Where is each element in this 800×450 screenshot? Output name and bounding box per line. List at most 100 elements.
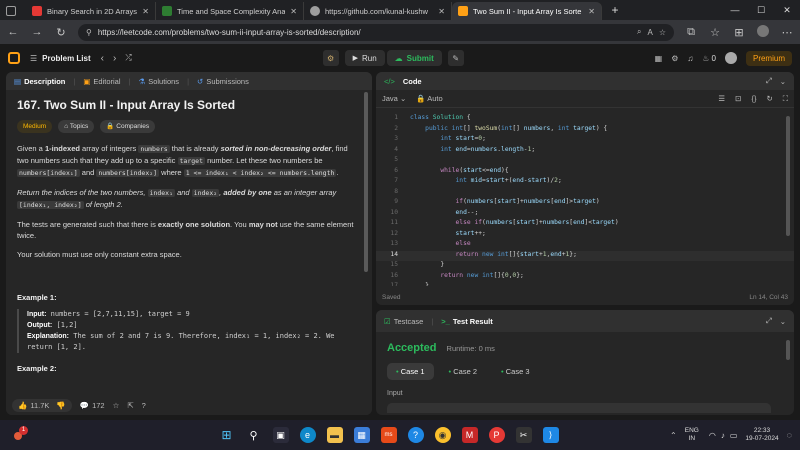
code-line[interactable]: 5 (376, 156, 794, 167)
debug-icon[interactable]: ⚙ (322, 50, 339, 66)
case-tab-3[interactable]: • Case 3 (492, 363, 539, 380)
language-select[interactable]: Java ⌄ (382, 94, 406, 103)
chrome-icon[interactable]: ◉ (434, 427, 451, 443)
problem-list-link[interactable]: Problem List (42, 54, 90, 63)
code-line[interactable]: 2 public int[] twoSum(int[] numbers, int… (376, 125, 794, 136)
store-icon[interactable]: ▦ (353, 427, 370, 443)
star-icon[interactable]: ☆ (113, 401, 120, 410)
back-icon[interactable]: ← (6, 26, 20, 38)
favorites-icon[interactable]: ☆ (708, 26, 722, 39)
language-indicator[interactable]: ENG IN (685, 427, 699, 443)
browser-tab-workspaces[interactable] (0, 2, 26, 20)
code-line[interactable]: 4 int end = numbers. length -1; (376, 146, 794, 157)
help-icon[interactable]: ? (142, 401, 146, 410)
description-scrollbar[interactable] (364, 92, 368, 272)
notifications-icon[interactable]: ◌ (787, 430, 792, 440)
code-line[interactable]: 9 if(numbers[start]+ numbers[end]> target) (376, 198, 794, 209)
problem-title[interactable]: 167. Two Sum II - Input Array Is Sorted (17, 99, 361, 111)
submit-button[interactable]: ☁ Submit (386, 50, 442, 66)
forward-icon[interactable]: → (30, 26, 44, 38)
run-button[interactable]: ▶ Run (344, 50, 385, 66)
reset-icon[interactable]: ↻ (766, 94, 772, 103)
code-line[interactable]: 14 return new int[]{start +1, end +1}; (376, 250, 794, 261)
leetcode-logo[interactable] (8, 52, 20, 64)
result-scrollbar[interactable] (786, 340, 790, 360)
close-tab-icon[interactable]: ✕ (438, 7, 445, 16)
settings-icon[interactable]: ⚙ (671, 54, 678, 63)
code-line[interactable]: 8 (376, 188, 794, 199)
minimize-button[interactable]: — (722, 5, 748, 15)
maximize-icon[interactable]: ⤢ (766, 316, 772, 326)
code-line[interactable]: 17 } (376, 282, 794, 286)
clock[interactable]: 22:33 19-07-2024 (745, 427, 778, 443)
close-tab-icon[interactable]: ✕ (588, 7, 595, 16)
braces-icon[interactable]: {} (751, 94, 756, 103)
new-tab-button[interactable]: + (602, 3, 628, 17)
code-line[interactable]: 13 else (376, 240, 794, 251)
search-icon[interactable]: ⚲ (246, 427, 262, 443)
notes-icon[interactable]: ✎ (447, 50, 464, 66)
tab-solutions[interactable]: ⚗ Solutions (138, 77, 179, 86)
menu-icon[interactable]: ⋯ (780, 26, 794, 39)
code-line[interactable]: 15 } (376, 261, 794, 272)
streak-icon[interactable]: ♨ (702, 54, 709, 63)
code-line[interactable]: 1 class Solution { (376, 114, 794, 125)
case-tab-1[interactable]: • Case 1 (387, 363, 434, 380)
code-line[interactable]: 11 else if(numbers[start]+ numbers[end]< t… (376, 219, 794, 230)
browser-tab-active[interactable]: Two Sum II - Input Array Is Sorte ✕ (452, 2, 602, 20)
companies-chip[interactable]: 🔒 Companies (100, 120, 156, 133)
mail-icon[interactable]: ms (380, 427, 397, 443)
tab-editorial[interactable]: ▣ Editorial (83, 77, 120, 86)
file-explorer-icon[interactable]: ▬ (326, 427, 343, 443)
prev-problem-icon[interactable]: ‹ (101, 53, 104, 64)
premium-button[interactable]: Premium (745, 50, 792, 66)
comments-button[interactable]: 💬 172 (80, 401, 105, 410)
share-icon[interactable]: ⇱ (127, 401, 133, 410)
code-line[interactable]: 6 while(start <= end){ (376, 167, 794, 178)
layout-icon[interactable]: ▦ (655, 54, 663, 63)
tab-testcase[interactable]: ☑ Testcase (384, 317, 423, 326)
collections-icon[interactable]: ⊞ (732, 26, 746, 39)
browser-tab[interactable]: Time and Space Complexity Anal ✕ (156, 2, 304, 20)
battery-icon[interactable]: ▭ (730, 431, 738, 440)
volume-icon[interactable]: ♪ (721, 431, 725, 440)
format-icon[interactable]: ☰ (718, 94, 725, 103)
favorite-star-icon[interactable]: ☆ (659, 28, 666, 37)
tab-submissions[interactable]: ↺ Submissions (197, 77, 249, 86)
case-tab-2[interactable]: • Case 2 (440, 363, 487, 380)
maximize-icon[interactable]: ⤢ (766, 76, 772, 86)
close-tab-icon[interactable]: ✕ (290, 7, 297, 16)
fullscreen-icon[interactable]: ⛶ (783, 94, 788, 104)
tab-test-result[interactable]: >_ Test Result (441, 317, 492, 326)
widgets-button[interactable]: 1 (12, 426, 30, 444)
next-problem-icon[interactable]: › (113, 53, 116, 64)
url-field[interactable]: ⚲ https://leetcode.com/problems/two-sum-… (78, 23, 674, 41)
editor-scrollbar[interactable] (786, 116, 790, 236)
browser-tab[interactable]: Binary Search in 2D Arrays - You ✕ (26, 2, 156, 20)
bookmark-icon[interactable]: ⊡ (735, 94, 741, 103)
tray-chevron-icon[interactable]: ⌃ (670, 431, 677, 440)
refresh-icon[interactable]: ↻ (54, 26, 68, 39)
code-line[interactable]: 3 int start = 0; (376, 135, 794, 146)
code-line[interactable]: 12 start ++; (376, 230, 794, 241)
code-line[interactable]: 7 int mid = start +(end - start)/2; (376, 177, 794, 188)
collapse-icon[interactable]: ⌄ (780, 77, 786, 86)
code-area[interactable]: 1 class Solution {2 public int[] twoSum(i… (376, 108, 794, 286)
wifi-icon[interactable]: ◠ (709, 431, 716, 440)
browser-tab[interactable]: https://github.com/kunal-kushw ✕ (304, 2, 452, 20)
auto-toggle[interactable]: 🔒 Auto (416, 94, 442, 103)
help-app-icon[interactable]: ? (407, 427, 424, 443)
thumbs-down-icon[interactable]: 👎 (56, 401, 65, 410)
read-aloud-icon[interactable]: A (647, 28, 652, 37)
shuffle-icon[interactable]: ⤮ (125, 53, 131, 63)
zoom-icon[interactable]: ⌕ (637, 27, 641, 37)
edge-icon[interactable]: e (299, 427, 316, 443)
pinterest-icon[interactable]: P (488, 427, 505, 443)
start-icon[interactable]: ⊞ (219, 427, 235, 443)
capcut-icon[interactable]: ✂ (515, 427, 532, 443)
topics-chip[interactable]: ⌂ Topics (58, 120, 95, 133)
user-avatar[interactable] (724, 52, 737, 64)
profile-avatar[interactable] (756, 24, 770, 40)
vscode-icon[interactable]: ⟩ (542, 427, 559, 443)
extensions-icon[interactable]: ⧉ (684, 26, 698, 39)
